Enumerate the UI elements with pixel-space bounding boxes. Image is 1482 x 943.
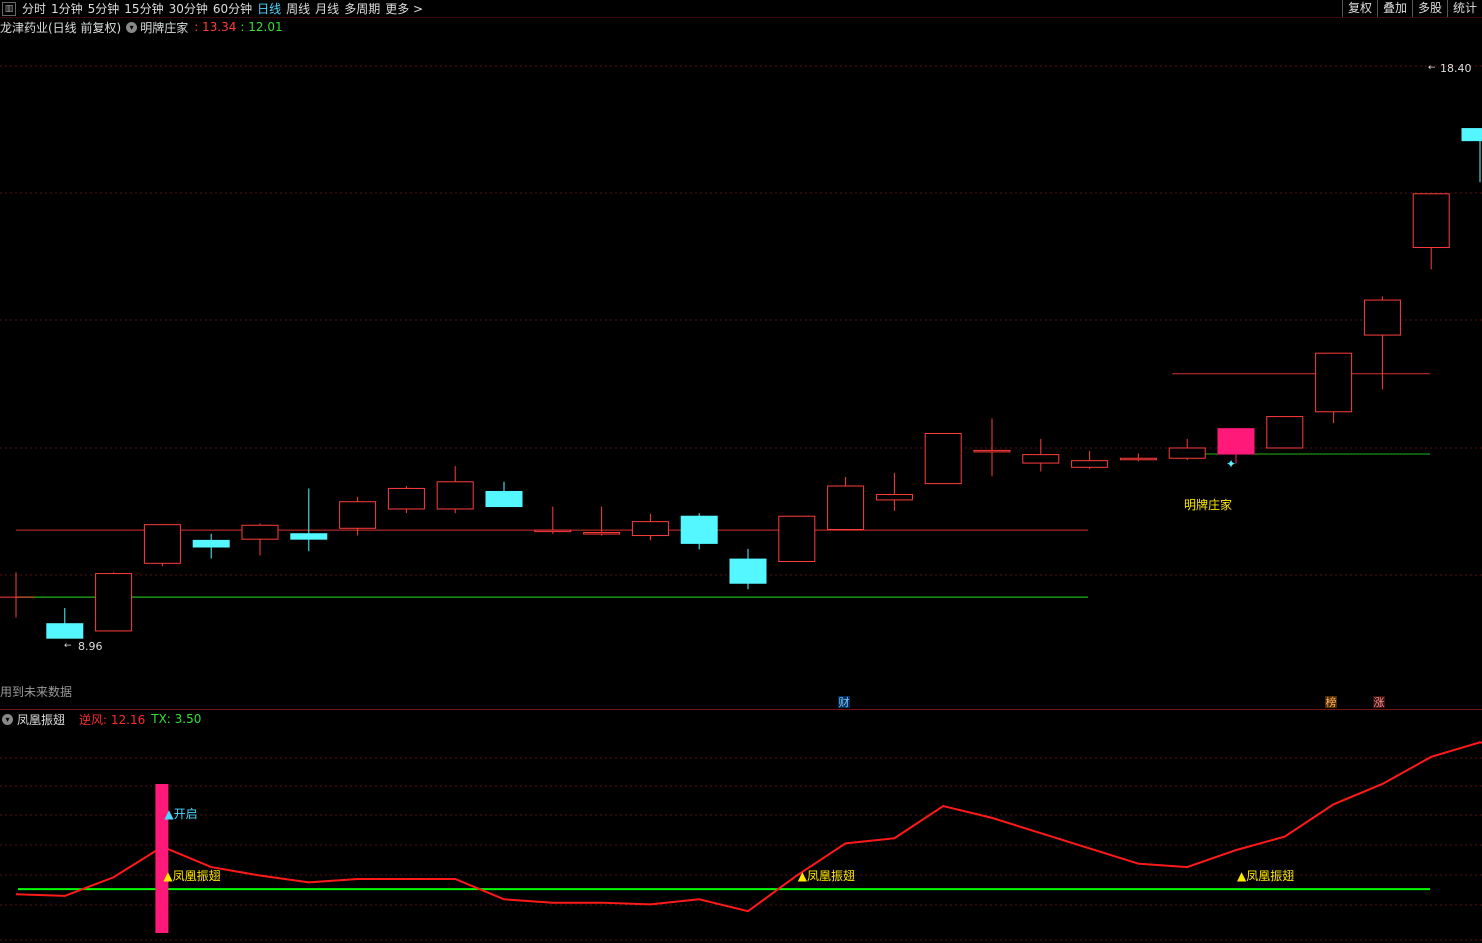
marker-zhang: 涨 (1374, 696, 1385, 709)
candle-body-8 (387, 487, 425, 510)
candle-body-6 (290, 533, 328, 540)
candle-body-29 (1412, 193, 1450, 249)
candle-body-16 (778, 515, 816, 563)
candle-body-7 (339, 501, 377, 529)
candle-body-11 (534, 529, 572, 533)
phoenix-signal-label-2: ▲凤凰振翅 (1237, 868, 1294, 883)
candle-body-20 (973, 449, 1011, 453)
candle-body-18 (875, 493, 913, 501)
candle-body-2 (95, 573, 133, 632)
butterfly-icon: ✦ (1226, 457, 1236, 471)
candle-body-12 (583, 532, 621, 535)
candle-body-13 (631, 521, 669, 537)
candle-body-3 (143, 524, 181, 564)
candle-body-28 (1363, 299, 1401, 336)
candle-body-5 (241, 524, 279, 540)
nifeng-line (15, 741, 1482, 913)
candle-body-26 (1266, 416, 1304, 449)
candle-body-4 (192, 539, 230, 548)
open-signal-label: ▲开启 (164, 807, 197, 821)
candle-body-24 (1168, 447, 1206, 459)
candle-body-25 (1217, 428, 1255, 455)
low-price-label: 8.96 (78, 640, 103, 653)
marker-cai: 财 (839, 695, 850, 709)
candle-body-17 (827, 485, 865, 531)
kline-chart[interactable]: 18.40 ← 8.96 ← ✦ 明牌庄家财 榜 涨 ▲开启 ▲凤凰振翅 ▲凤凰振翅 ▲凤凰振翅 (0, 0, 1482, 943)
candle-body-19 (924, 432, 962, 485)
phoenix-signal-label-1: ▲凤凰振翅 (798, 868, 855, 883)
candle-body-22 (1071, 460, 1109, 468)
candle-body-9 (436, 481, 474, 510)
candle-body-21 (1022, 454, 1060, 464)
candle-body-14 (680, 515, 718, 544)
main-annotation-label: 明牌庄家 (1184, 497, 1232, 512)
high-price-label: 18.40 (1440, 62, 1472, 75)
phoenix-signal-label-0: ▲凤凰振翅 (163, 868, 220, 883)
candle-body-15 (729, 558, 767, 584)
candle-body-10 (485, 490, 523, 508)
marker-bang: 榜 (1326, 695, 1337, 709)
high-arrow-icon: ← (1428, 63, 1436, 73)
candle-body-27 (1315, 352, 1353, 413)
candle-body-23 (1119, 457, 1157, 461)
low-arrow-icon: ← (64, 641, 72, 651)
candle-body-30 (1461, 128, 1482, 142)
candle-body-1 (46, 623, 84, 639)
